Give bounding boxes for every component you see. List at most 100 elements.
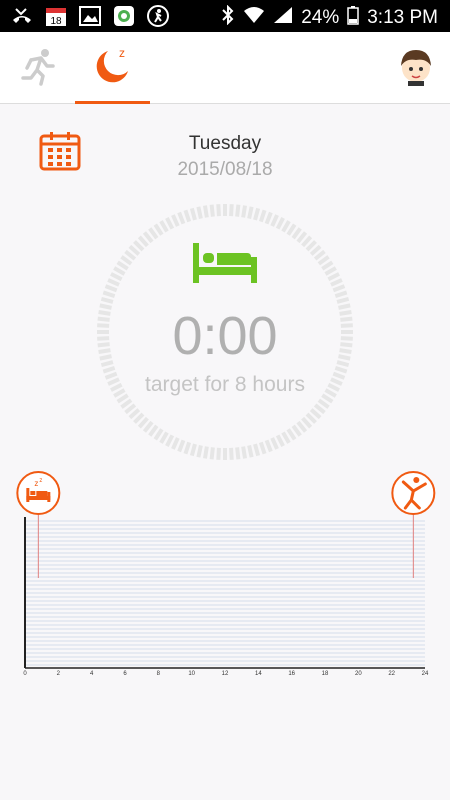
ring-tick bbox=[301, 416, 313, 429]
ring-tick bbox=[159, 220, 169, 233]
avatar[interactable] bbox=[396, 46, 436, 86]
ring-tick bbox=[153, 428, 164, 441]
ring-tick bbox=[189, 207, 197, 221]
x-tick-label: 8 bbox=[157, 671, 161, 677]
ring-tick bbox=[137, 235, 149, 248]
ring-tick bbox=[216, 204, 221, 217]
ring-tick bbox=[258, 209, 267, 223]
ring-tick bbox=[332, 284, 346, 293]
ring-tick bbox=[241, 205, 247, 218]
tab-sleep[interactable]: z bbox=[75, 32, 150, 104]
ring-tick bbox=[291, 424, 302, 437]
ring-tick bbox=[148, 227, 159, 240]
ring-tick bbox=[124, 403, 137, 415]
ring-tick bbox=[321, 260, 334, 271]
svg-text:z: z bbox=[39, 478, 42, 484]
ring-tick bbox=[102, 290, 116, 299]
ring-tick bbox=[317, 255, 330, 266]
app-bar: z bbox=[0, 32, 450, 104]
ring-tick bbox=[165, 434, 175, 447]
ring-tick bbox=[247, 445, 254, 458]
moon-z-icon: z bbox=[92, 43, 134, 90]
battery-icon bbox=[347, 5, 359, 31]
ring-tick bbox=[324, 266, 337, 276]
ring-tick bbox=[235, 204, 241, 217]
x-tick-label: 16 bbox=[288, 671, 295, 677]
app-notification-icon bbox=[112, 4, 136, 28]
ring-tick bbox=[334, 290, 348, 299]
tab-activity[interactable] bbox=[10, 32, 68, 104]
ring-tick bbox=[286, 223, 297, 236]
ring-tick bbox=[296, 420, 308, 433]
ring-tick bbox=[305, 240, 317, 252]
ring-tick bbox=[133, 240, 145, 252]
x-tick-label: 24 bbox=[422, 671, 429, 677]
ring-tick bbox=[128, 408, 141, 420]
ring-tick bbox=[177, 211, 186, 225]
x-tick-label: 2 bbox=[57, 671, 61, 677]
ring-tick bbox=[301, 235, 313, 248]
ring-tick bbox=[291, 227, 302, 240]
ring-tick bbox=[116, 260, 129, 271]
ring-tick bbox=[104, 284, 118, 293]
x-tick-label: 6 bbox=[123, 671, 127, 677]
x-tick-label: 14 bbox=[255, 671, 262, 677]
ring-tick bbox=[153, 223, 164, 236]
x-tick-label: 12 bbox=[222, 671, 229, 677]
ring-tick bbox=[171, 437, 180, 450]
ring-tick bbox=[334, 365, 348, 374]
ring-tick bbox=[120, 398, 133, 409]
ring-tick bbox=[281, 431, 291, 444]
status-calendar-day: 18 bbox=[50, 16, 62, 27]
ring-tick bbox=[142, 420, 154, 433]
running-notification-icon bbox=[146, 4, 170, 28]
svg-text:z: z bbox=[34, 479, 38, 488]
ring-tick bbox=[209, 447, 215, 460]
ring-tick bbox=[110, 272, 123, 282]
ring-tick bbox=[305, 412, 317, 424]
ring-tick bbox=[171, 214, 180, 227]
status-time: 3:13 PM bbox=[367, 7, 438, 28]
ring-tick bbox=[196, 206, 203, 219]
ring-tick bbox=[128, 244, 141, 256]
ring-tick bbox=[189, 443, 197, 457]
ring-tick bbox=[229, 447, 234, 460]
ring-tick bbox=[100, 296, 114, 304]
gallery-icon bbox=[78, 4, 102, 28]
x-tick-label: 18 bbox=[322, 671, 329, 677]
ring-tick bbox=[203, 205, 209, 218]
ring-tick bbox=[148, 424, 159, 437]
bluetooth-icon bbox=[221, 4, 235, 31]
ring-tick bbox=[229, 204, 234, 217]
ring-tick bbox=[309, 244, 322, 256]
ring-tick bbox=[275, 217, 285, 230]
ring-tick bbox=[330, 278, 343, 287]
ring-tick bbox=[275, 434, 285, 447]
bed-icon bbox=[191, 241, 259, 285]
ring-tick bbox=[142, 231, 154, 244]
ring-tick bbox=[107, 278, 120, 287]
battery-percent: 24% bbox=[301, 7, 340, 28]
ring-tick bbox=[264, 439, 273, 453]
ring-tick bbox=[336, 296, 350, 304]
ring-tick bbox=[177, 439, 186, 453]
sleep-duration: 0:00 bbox=[172, 306, 278, 366]
x-tick-label: 22 bbox=[388, 671, 395, 677]
x-tick-label: 10 bbox=[188, 671, 195, 677]
ring-tick bbox=[253, 443, 261, 457]
x-tick-label: 0 bbox=[23, 671, 27, 677]
date-label[interactable]: 2015/08/18 bbox=[0, 159, 450, 181]
calendar-icon: 18 bbox=[44, 4, 68, 28]
ring-tick bbox=[216, 447, 221, 460]
ring-tick bbox=[264, 211, 273, 225]
ring-tick bbox=[159, 431, 169, 444]
ring-tick bbox=[247, 206, 254, 219]
svg-text:z: z bbox=[119, 46, 125, 60]
running-man-icon bbox=[19, 46, 59, 91]
ring-tick bbox=[124, 249, 137, 261]
ring-tick bbox=[296, 231, 308, 244]
ring-tick bbox=[102, 365, 116, 374]
sleep-chart: 0 2 4 6 8 10 12 14 16 18 20 22 24 zz bbox=[16, 471, 436, 677]
signal-icon bbox=[273, 6, 293, 30]
ring-tick bbox=[120, 255, 133, 266]
